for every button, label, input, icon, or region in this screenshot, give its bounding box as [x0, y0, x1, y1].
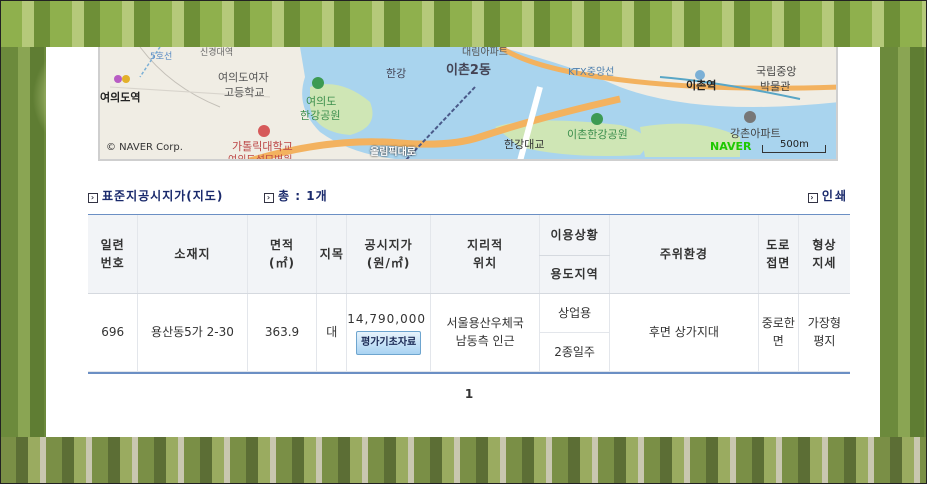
header-price: 공시지가 (원/㎡) — [346, 215, 431, 294]
header-land-category: 지목 — [316, 215, 347, 294]
header-serial: 일련 번호 — [88, 215, 138, 294]
cell-geo-position: 서울용산우체국 남동측 인근 — [429, 293, 540, 372]
cell-surroundings: 후면 상가지대 — [608, 293, 759, 372]
map-label-top-cut: 신경대역 — [200, 48, 234, 58]
chevron-right-icon: › — [88, 193, 98, 203]
map-label-museum-2: 박물관 — [760, 80, 791, 93]
print-link[interactable]: › 인쇄 — [807, 187, 848, 204]
table-bottom-border — [88, 372, 850, 374]
map-scale-label: 500m — [780, 139, 809, 150]
map-label-hangang-bridge: 한강대교 — [504, 138, 545, 151]
header-shape-terrain: 형상 지세 — [797, 215, 850, 294]
page-number-current[interactable]: 1 — [465, 387, 473, 401]
header-usage-status: 이용상황 — [539, 215, 610, 256]
map-label-gangchon-apt: 강촌아파트 — [730, 127, 781, 140]
header-surroundings: 주위환경 — [608, 215, 759, 294]
map-label-ichon-park: 이촌한강공원 — [567, 128, 628, 141]
map-label-daerim-apt: 대림아파트 — [462, 47, 508, 58]
cell-zoning: 2종일주 — [539, 332, 610, 372]
cell-land-category: 대 — [316, 293, 347, 372]
map-label-olympic-road: 올림픽대로 — [370, 147, 416, 158]
header-road-access: 도로 접면 — [757, 215, 799, 294]
cell-area: 363.9 — [246, 293, 317, 372]
map-label-ichon-station: 이촌역 — [686, 79, 717, 92]
chevron-right-icon: › — [264, 193, 274, 203]
cell-serial: 696 — [88, 293, 138, 372]
cell-price: 14,790,000 평가기초자료 — [346, 293, 431, 372]
header-address: 소재지 — [137, 215, 248, 294]
header-area: 면적 (㎡) — [246, 215, 317, 294]
map-label-ichon2dong: 이촌2동 — [446, 63, 491, 78]
evaluation-data-button[interactable]: 평가기초자료 — [356, 330, 422, 355]
cell-address: 용산동5가 2-30 — [137, 293, 248, 372]
cell-road-access: 중로한 면 — [757, 293, 799, 372]
land-price-table: 일련 번호 소재지 면적 (㎡) 지목 공시지가 (원/㎡) 지리적 위치 이용… — [88, 215, 850, 372]
section-header: › 표준지공시지가(지도) › 총 : 1개 › 인쇄 — [88, 187, 848, 205]
pagination: 1 — [46, 387, 892, 401]
map-label-ktx-line: KTX중앙선 — [568, 67, 615, 78]
cell-shape-terrain: 가장형 평지 — [797, 293, 850, 372]
price-value: 14,790,000 — [347, 311, 426, 326]
map-label-museum-1: 국립중앙 — [756, 65, 797, 78]
aerial-background-top — [0, 0, 927, 47]
map-label-yeouido-park-2: 한강공원 — [300, 109, 341, 122]
aerial-background-bottom — [0, 437, 927, 484]
map-label-hospital: 여의도성모병원 — [228, 155, 293, 161]
map-label-girls-school-1: 여의도여자 — [218, 71, 269, 84]
map-copyright: © NAVER Corp. — [106, 142, 183, 153]
map-label-girls-school-2: 고등학교 — [224, 86, 265, 99]
map-view[interactable]: 신경대역 5호선 여의도역 여의도여자 고등학교 여의도 한강공원 가톨릭대학교… — [98, 47, 838, 161]
map-label-hangang: 한강 — [386, 67, 407, 80]
land-price-panel: 신경대역 5호선 여의도역 여의도여자 고등학교 여의도 한강공원 가톨릭대학교… — [46, 47, 880, 437]
header-geo-position: 지리적 위치 — [429, 215, 540, 294]
map-label-yeouido-station: 여의도역 — [100, 91, 141, 104]
cell-usage-status: 상업용 — [539, 293, 610, 333]
naver-logo: NAVER — [710, 140, 752, 153]
chevron-right-icon: › — [807, 193, 818, 203]
map-label-line5: 5호선 — [150, 52, 173, 62]
table-row: 696 용산동5가 2-30 363.9 대 14,790,000 평가기초자료… — [88, 293, 850, 372]
header-zoning: 용도지역 — [539, 255, 610, 294]
section-title: › 표준지공시지가(지도) — [88, 187, 223, 204]
result-count: › 총 : 1개 — [264, 187, 328, 204]
